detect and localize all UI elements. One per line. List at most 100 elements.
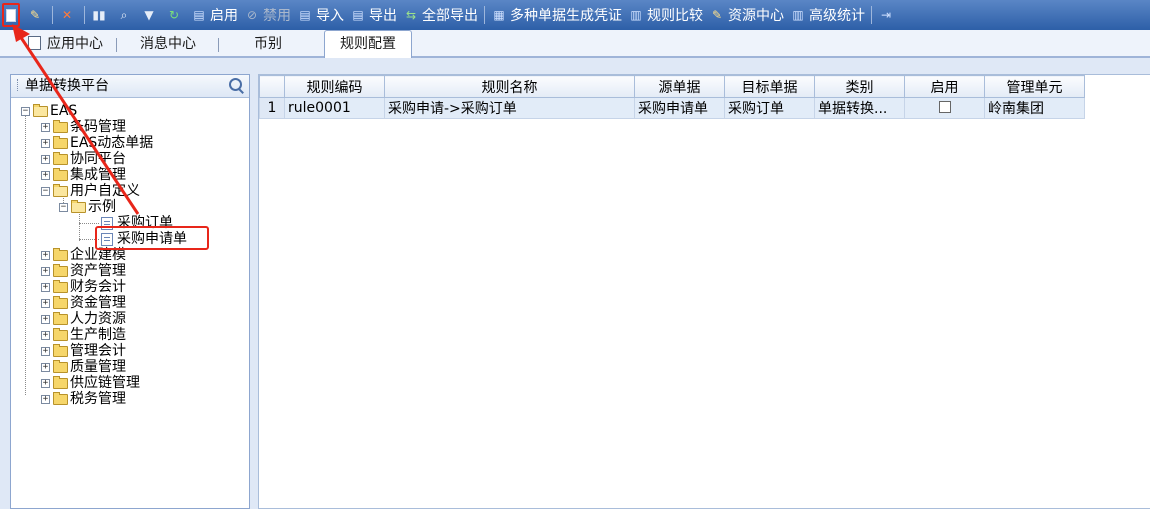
refresh-button[interactable]: ↻ xyxy=(163,3,188,27)
save-icon: ▮▮ xyxy=(92,8,106,22)
toolbar-separator xyxy=(84,6,85,24)
column-header[interactable]: 规则名称 xyxy=(384,75,635,98)
search-button[interactable]: ⌕ xyxy=(113,3,138,27)
save-button[interactable]: ▮▮ xyxy=(88,3,113,27)
export-icon: ▤ xyxy=(352,8,364,22)
expand-icon[interactable]: + xyxy=(41,122,50,132)
tree-node-label: 集成管理 xyxy=(70,167,126,183)
expand-icon[interactable]: + xyxy=(41,138,50,148)
export-button[interactable]: ▤ 导出 xyxy=(347,3,400,27)
search-icon[interactable] xyxy=(229,78,244,94)
expand-icon[interactable]: + xyxy=(41,250,50,260)
enabled-cell xyxy=(904,97,985,119)
tree-node[interactable]: + 协同平台 xyxy=(41,151,126,167)
tree-node[interactable]: + 税务管理 xyxy=(41,391,126,407)
multi-voucher-label: 多种单据生成凭证 xyxy=(510,8,622,24)
tree-node[interactable]: + 条码管理 xyxy=(41,119,126,135)
table-header-row: 规则编码 规则名称 源单据 目标单据 类别 启用 管理单元 xyxy=(259,75,1085,98)
filter-button[interactable]: ▼ xyxy=(138,3,163,27)
expand-icon[interactable]: + xyxy=(41,298,50,308)
expand-icon[interactable]: + xyxy=(41,394,50,404)
source-bill-cell[interactable]: 采购申请单 xyxy=(634,97,725,119)
grip-icon xyxy=(17,79,21,91)
disable-icon: ⊘ xyxy=(246,8,258,22)
expand-icon[interactable]: + xyxy=(41,378,50,388)
tree-node[interactable]: + 资产管理 xyxy=(41,263,126,279)
expand-icon[interactable]: + xyxy=(41,266,50,276)
tree-node[interactable]: + 管理会计 xyxy=(41,343,126,359)
tab-separator xyxy=(218,38,219,52)
expand-icon[interactable]: + xyxy=(41,362,50,372)
tab-app-center[interactable]: 应用中心 xyxy=(28,33,112,57)
tree-node[interactable]: + 财务会计 xyxy=(41,279,126,295)
column-header[interactable]: 规则编码 xyxy=(284,75,385,98)
exit-button[interactable]: ⇥ xyxy=(875,3,900,27)
column-header[interactable]: 启用 xyxy=(904,75,985,98)
folder-icon xyxy=(53,279,68,293)
enabled-checkbox[interactable] xyxy=(938,101,951,113)
disable-button[interactable]: ⊘ 禁用 xyxy=(241,3,294,27)
expand-icon[interactable]: + xyxy=(41,314,50,324)
tree-node-example[interactable]: − 示例 xyxy=(59,199,116,215)
tree-node-label: 条码管理 xyxy=(70,119,126,135)
tree-node[interactable]: + 生产制造 xyxy=(41,327,126,343)
export-all-icon: ⇆ xyxy=(405,8,417,22)
edit-button[interactable]: ✎ xyxy=(24,3,49,27)
tree-node[interactable]: + 供应链管理 xyxy=(41,375,140,391)
export-all-button[interactable]: ⇆ 全部导出 xyxy=(400,3,481,27)
advanced-stats-label: 高级统计 xyxy=(809,8,865,24)
tab-currency[interactable]: 币别 xyxy=(236,33,300,57)
tree-node-label: 协同平台 xyxy=(70,151,126,167)
tree-node-label: 人力资源 xyxy=(70,311,126,327)
admin-unit-cell[interactable]: 岭南集团 xyxy=(984,97,1085,119)
tree-node[interactable]: + EAS动态单据 xyxy=(41,135,153,151)
rule-code-cell[interactable]: rule0001 xyxy=(284,97,385,119)
resource-center-button[interactable]: ✎ 资源中心 xyxy=(706,3,787,27)
bill-conversion-panel: 单据转换平台 − EAS + 条码管理 + EAS动态单据 + 协同平台 + 集成管理 −… xyxy=(10,74,250,509)
tab-rule-config[interactable]: 规则配置 xyxy=(324,30,412,58)
tab-message-center[interactable]: 消息中心 xyxy=(130,33,206,57)
tree-node-eas[interactable]: − EAS xyxy=(21,103,77,119)
rule-name-cell[interactable]: 采购申请->采购订单 xyxy=(384,97,635,119)
tree-node[interactable]: + 资金管理 xyxy=(41,295,126,311)
column-header[interactable]: 管理单元 xyxy=(984,75,1085,98)
folder-icon xyxy=(53,391,68,405)
expand-icon[interactable]: + xyxy=(41,282,50,292)
disable-label: 禁用 xyxy=(263,8,291,24)
new-button[interactable] xyxy=(2,3,20,27)
target-bill-cell[interactable]: 采购订单 xyxy=(724,97,815,119)
tree-node-label: 财务会计 xyxy=(70,279,126,295)
delete-button[interactable]: ✕ xyxy=(56,3,81,27)
table-row[interactable]: 1 rule0001 采购申请->采购订单 采购申请单 采购订单 单据转换...… xyxy=(259,97,1085,119)
column-header[interactable]: 类别 xyxy=(814,75,905,98)
expand-icon[interactable]: + xyxy=(41,330,50,340)
advanced-stats-button[interactable]: ▥ 高级统计 xyxy=(787,3,868,27)
enable-icon: ▤ xyxy=(193,8,205,22)
folder-icon xyxy=(53,375,68,389)
column-header[interactable]: 源单据 xyxy=(634,75,725,98)
row-number: 1 xyxy=(259,97,285,119)
tree-node[interactable]: + 集成管理 xyxy=(41,167,126,183)
import-button[interactable]: ▤ 导入 xyxy=(294,3,347,27)
import-icon: ▤ xyxy=(299,8,311,22)
expand-icon[interactable]: + xyxy=(41,170,50,180)
refresh-icon: ↻ xyxy=(168,8,180,22)
collapse-icon[interactable]: − xyxy=(21,106,30,116)
expand-icon[interactable]: + xyxy=(41,154,50,164)
column-header[interactable]: 目标单据 xyxy=(724,75,815,98)
folder-icon xyxy=(53,311,68,325)
category-cell[interactable]: 单据转换... xyxy=(814,97,905,119)
stats-icon: ▥ xyxy=(792,8,804,22)
selection-highlight xyxy=(95,226,209,250)
new-document-icon xyxy=(6,8,16,22)
tree-node[interactable]: + 质量管理 xyxy=(41,359,126,375)
tree-node-user-defined[interactable]: − 用户自定义 xyxy=(41,183,140,199)
multi-voucher-button[interactable]: ▦ 多种单据生成凭证 xyxy=(488,3,625,27)
rule-compare-button[interactable]: ▥ 规则比较 xyxy=(625,3,706,27)
enable-button[interactable]: ▤ 启用 xyxy=(188,3,241,27)
tree-node[interactable]: + 人力资源 xyxy=(41,311,126,327)
collapse-icon[interactable]: − xyxy=(41,186,50,196)
collapse-icon[interactable]: − xyxy=(59,202,68,212)
expand-icon[interactable]: + xyxy=(41,346,50,356)
toolbar-separator xyxy=(871,6,872,24)
